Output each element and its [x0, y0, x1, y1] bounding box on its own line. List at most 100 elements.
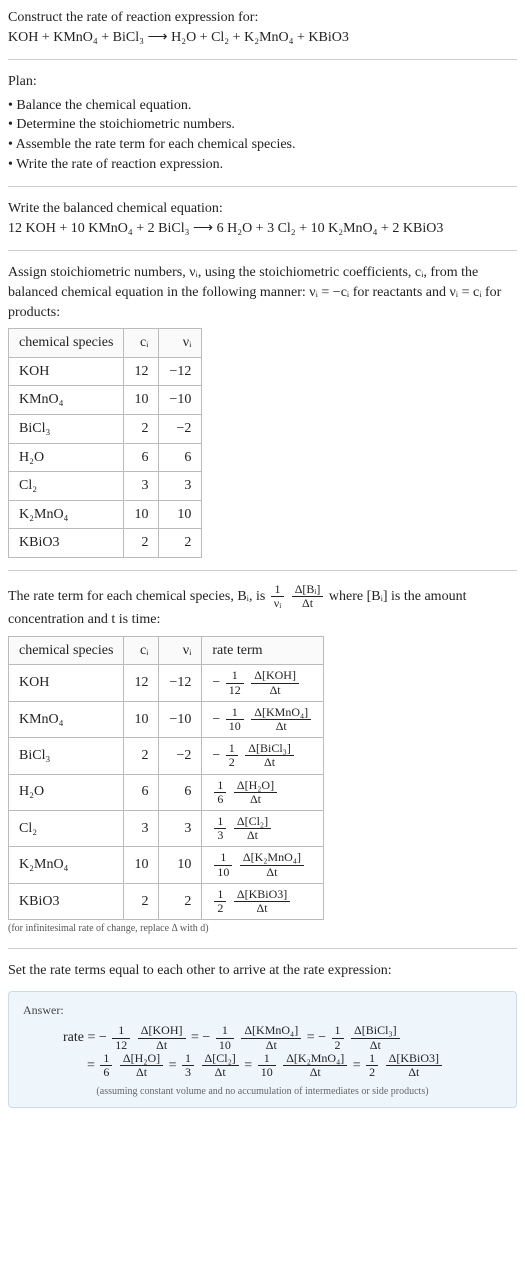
prompt-section: Construct the rate of reaction expressio… — [8, 8, 517, 47]
cell-species: K₂MnO₄ — [9, 500, 124, 529]
cell-species: BiCl₃ — [9, 738, 124, 774]
answer-box: Answer: rate = − 112 Δ[KOH]Δt = − 110 Δ[… — [8, 991, 517, 1109]
cell-ci: 3 — [124, 472, 159, 501]
cell-ci: 2 — [124, 414, 159, 443]
equal-sign: = — [87, 1058, 98, 1073]
rate-coef-frac: 13 — [214, 815, 226, 842]
answer-note: (assuming constant volume and no accumul… — [23, 1085, 502, 1099]
cell-vi: 3 — [159, 472, 202, 501]
cell-species: Cl₂ — [9, 472, 124, 501]
col-species: chemical species — [9, 636, 124, 665]
divider — [8, 948, 517, 949]
rate-sign: − — [318, 1030, 326, 1045]
cell-species: H₂O — [9, 443, 124, 472]
rate-coef-frac: 110 — [214, 851, 232, 878]
rate-coef-frac: 110 — [226, 706, 244, 733]
cell-rate-term: − 112 Δ[KOH]Δt — [202, 665, 324, 701]
rate-conc-frac: Δ[Cl₂]Δt — [202, 1052, 239, 1079]
rate-intro-text-a: The rate term for each chemical species,… — [8, 589, 269, 604]
rate-conc-frac: Δ[BiCl₃]Δt — [351, 1024, 400, 1051]
cell-vi: −2 — [159, 738, 202, 774]
plan-heading: Plan: — [8, 72, 517, 92]
answer-label: Answer: — [23, 1002, 502, 1019]
stoich-table-1: chemical species cᵢ νᵢ KOH12−12 KMnO₄10−… — [8, 328, 202, 558]
equal-sign: = — [244, 1058, 255, 1073]
frac-den: Δt — [292, 597, 324, 610]
cell-species: KBiO3 — [9, 883, 124, 919]
balanced-heading: Write the balanced chemical equation: — [8, 199, 517, 219]
frac-num: 1 — [271, 583, 284, 597]
cell-ci: 2 — [124, 529, 159, 558]
cell-ci: 10 — [124, 701, 159, 737]
table-row: Cl₂33 — [9, 472, 202, 501]
cell-rate-term: 13 Δ[Cl₂]Δt — [202, 810, 324, 846]
unbalanced-equation: KOH + KMnO₄ + BiCl₃ ⟶ H₂O + Cl₂ + K₂MnO₄… — [8, 28, 517, 48]
equal-sign: = — [353, 1058, 364, 1073]
rate-sign: − — [202, 1030, 210, 1045]
col-rate: rate term — [202, 636, 324, 665]
table-row: KBiO322 — [9, 529, 202, 558]
table-row: K₂MnO₄ 10 10 110 Δ[K₂MnO₄]Δt — [9, 847, 324, 883]
rate-conc-frac: Δ[H₂O]Δt — [234, 779, 277, 806]
table-row: K₂MnO₄1010 — [9, 500, 202, 529]
divider — [8, 250, 517, 251]
table-row: KOH 12 −12 − 112 Δ[KOH]Δt — [9, 665, 324, 701]
cell-species: H₂O — [9, 774, 124, 810]
rate-coef-frac: 110 — [216, 1024, 234, 1051]
final-section: Set the rate terms equal to each other t… — [8, 961, 517, 1108]
cell-ci: 10 — [124, 386, 159, 415]
equal-sign: = — [191, 1030, 202, 1045]
cell-vi: 6 — [159, 774, 202, 810]
cell-rate-term: 16 Δ[H₂O]Δt — [202, 774, 324, 810]
table-row: BiCl₃2−2 — [9, 414, 202, 443]
rate-coef-frac: 112 — [112, 1024, 130, 1051]
cell-rate-term: − 12 Δ[BiCl₃]Δt — [202, 738, 324, 774]
balanced-equation: 12 KOH + 10 KMnO₄ + 2 BiCl₃ ⟶ 6 H₂O + 3 … — [8, 219, 517, 239]
rate-coef-frac: 112 — [226, 669, 244, 696]
stoich-section: Assign stoichiometric numbers, νᵢ, using… — [8, 263, 517, 558]
balanced-section: Write the balanced chemical equation: 12… — [8, 199, 517, 238]
rate-sign: − — [212, 748, 220, 763]
frac-den: νᵢ — [271, 597, 284, 610]
plan-item: • Assemble the rate term for each chemic… — [8, 135, 517, 155]
cell-ci: 2 — [124, 883, 159, 919]
cell-vi: 10 — [159, 500, 202, 529]
rate-conc-frac: Δ[KBiO3]Δt — [234, 888, 290, 915]
rate-conc-frac: Δ[KBiO3]Δt — [386, 1052, 442, 1079]
prompt-line: Construct the rate of reaction expressio… — [8, 8, 517, 28]
plan-list: • Balance the chemical equation. • Deter… — [8, 96, 517, 174]
rate-conc-frac: Δ[K₂MnO₄]Δt — [283, 1052, 347, 1079]
table-row: KBiO3 2 2 12 Δ[KBiO3]Δt — [9, 883, 324, 919]
col-vi: νᵢ — [159, 329, 202, 358]
rate-coef-frac: 13 — [182, 1052, 194, 1079]
table-row: KMnO₄ 10 −10 − 110 Δ[KMnO₄]Δt — [9, 701, 324, 737]
rate-coef-frac: 12 — [332, 1024, 344, 1051]
equal-sign: = — [169, 1058, 180, 1073]
cell-species: K₂MnO₄ — [9, 847, 124, 883]
rate-conc-frac: Δ[KOH]Δt — [251, 669, 299, 696]
rate-coef-frac: 12 — [226, 742, 238, 769]
cell-rate-term: 110 Δ[K₂MnO₄]Δt — [202, 847, 324, 883]
final-heading: Set the rate terms equal to each other t… — [8, 961, 517, 981]
cell-vi: 6 — [159, 443, 202, 472]
cell-ci: 10 — [124, 847, 159, 883]
cell-ci: 2 — [124, 738, 159, 774]
rate-coef-frac: 110 — [258, 1052, 276, 1079]
rate-sign: − — [212, 712, 220, 727]
cell-vi: 2 — [159, 883, 202, 919]
rate-conc-frac: Δ[Cl₂]Δt — [234, 815, 271, 842]
cell-vi: −12 — [159, 357, 202, 386]
stoich-table-2: chemical species cᵢ νᵢ rate term KOH 12 … — [8, 636, 324, 920]
plan-item: • Determine the stoichiometric numbers. — [8, 115, 517, 135]
divider — [8, 186, 517, 187]
plan-section: Plan: • Balance the chemical equation. •… — [8, 72, 517, 174]
rate-coef-frac: 16 — [100, 1052, 112, 1079]
rate-coef-frac: 12 — [366, 1052, 378, 1079]
cell-vi: −12 — [159, 665, 202, 701]
cell-vi: 2 — [159, 529, 202, 558]
rate-conc-frac: Δ[KOH]Δt — [138, 1024, 186, 1051]
rate-word: rate = — [63, 1030, 99, 1045]
cell-ci: 12 — [124, 665, 159, 701]
divider — [8, 59, 517, 60]
cell-species: KMnO₄ — [9, 701, 124, 737]
